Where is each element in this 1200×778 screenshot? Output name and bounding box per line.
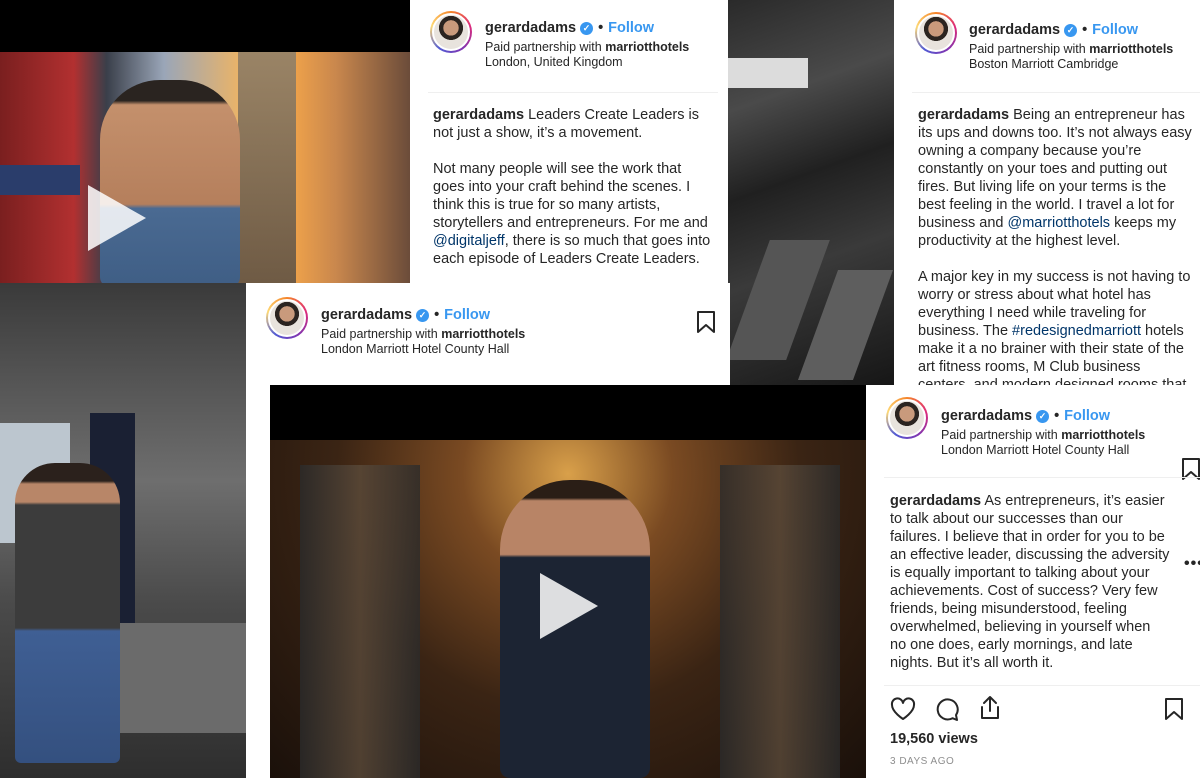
verified-icon: ✓	[1036, 410, 1050, 423]
clock-tower	[238, 52, 296, 287]
hashtag-link[interactable]: #redesignedmarriott	[1012, 323, 1141, 339]
username[interactable]: gerardadams	[485, 20, 576, 36]
mention-link[interactable]: @marriotthotels	[1007, 215, 1110, 231]
caption-text: Not many people will see the work that g…	[433, 161, 708, 231]
verified-icon: ✓	[580, 22, 594, 35]
post-3-image	[0, 283, 246, 778]
post-timestamp[interactable]: 3 DAYS AGO	[890, 756, 954, 767]
avatar[interactable]	[915, 12, 957, 54]
separator-dot: •	[434, 307, 440, 323]
heart-icon[interactable]	[890, 697, 916, 721]
post-caption: gerardadams Leaders Create Leaders is no…	[433, 106, 715, 286]
post-card-2: gerardadams ✓ • Follow Paid partnership wit…	[728, 0, 1200, 390]
partnership-label: Paid partnership with	[321, 327, 438, 341]
post-card-4: gerardadams ✓ • Follow Paid partnership wit…	[270, 385, 1200, 778]
post-card-1: gerardadams ✓ • Follow Paid partnership wit…	[0, 0, 730, 300]
location-link[interactable]: London, United Kingdom	[485, 55, 623, 69]
partner-link[interactable]: marriotthotels	[441, 327, 525, 341]
location-link[interactable]: London Marriott Hotel County Hall	[941, 443, 1129, 457]
post-2-panel: gerardadams ✓ • Follow Paid partnership wit…	[894, 0, 1200, 390]
partner-link[interactable]: marriotthotels	[605, 40, 689, 54]
username[interactable]: gerardadams	[321, 307, 412, 323]
divider	[912, 92, 1200, 93]
location-link[interactable]: Boston Marriott Cambridge	[969, 57, 1118, 71]
post-card-3-image	[0, 283, 246, 778]
bookmark-icon[interactable]	[696, 310, 716, 334]
username[interactable]: gerardadams	[941, 408, 1032, 424]
post-1-video[interactable]	[0, 0, 410, 300]
post-4-panel: gerardadams ✓ • Follow Paid partnership wit…	[866, 385, 1200, 778]
partnership-label: Paid partnership with	[941, 428, 1058, 442]
avatar[interactable]	[430, 11, 472, 53]
post-card-3-header: gerardadams ✓ • Follow Paid partnership wit…	[246, 283, 730, 385]
post-caption: gerardadams Being an entrepreneur has it…	[918, 106, 1194, 390]
view-count[interactable]: 19,560 views	[890, 731, 978, 747]
verified-icon: ✓	[1064, 24, 1078, 37]
separator-dot: •	[598, 20, 604, 36]
play-icon[interactable]	[88, 185, 146, 251]
post-4-video[interactable]	[270, 385, 866, 778]
partner-link[interactable]: marriotthotels	[1061, 428, 1145, 442]
separator-dot: •	[1054, 408, 1060, 424]
more-icon[interactable]: •••	[1184, 555, 1200, 573]
post-1-panel: gerardadams ✓ • Follow Paid partnership wit…	[410, 0, 730, 300]
partner-link[interactable]: marriotthotels	[1089, 42, 1173, 56]
location-link[interactable]: London Marriott Hotel County Hall	[321, 342, 509, 356]
separator-dot: •	[1082, 22, 1088, 38]
follow-button[interactable]: Follow	[608, 20, 654, 36]
divider	[428, 92, 718, 93]
follow-button[interactable]: Follow	[1092, 22, 1138, 38]
comment-icon[interactable]	[934, 697, 960, 723]
caption-text: As entrepreneurs, it’s easier to talk ab…	[890, 493, 1170, 671]
divider	[884, 477, 1200, 478]
follow-button[interactable]: Follow	[444, 307, 490, 323]
bookmark-icon[interactable]	[1164, 697, 1184, 721]
mention-link[interactable]: @digitaljeff	[433, 233, 505, 249]
partnership-label: Paid partnership with	[485, 40, 602, 54]
caption-username[interactable]: gerardadams	[890, 493, 981, 509]
play-icon[interactable]	[540, 573, 598, 639]
avatar[interactable]	[266, 297, 308, 339]
post-caption: gerardadams As entrepreneurs, it’s easie…	[890, 492, 1170, 684]
caption-username[interactable]: gerardadams	[918, 107, 1009, 123]
avatar[interactable]	[886, 397, 928, 439]
post-2-image	[728, 0, 894, 390]
share-icon[interactable]	[978, 695, 1002, 721]
partnership-label: Paid partnership with	[969, 42, 1086, 56]
caption-text: Being an entrepreneur has its ups and do…	[918, 107, 1192, 231]
username[interactable]: gerardadams	[969, 22, 1060, 38]
bus-sign	[0, 165, 80, 195]
person-silhouette	[100, 80, 240, 287]
verified-icon: ✓	[416, 309, 430, 322]
follow-button[interactable]: Follow	[1064, 408, 1110, 424]
divider	[884, 685, 1200, 686]
caption-username[interactable]: gerardadams	[433, 107, 524, 123]
